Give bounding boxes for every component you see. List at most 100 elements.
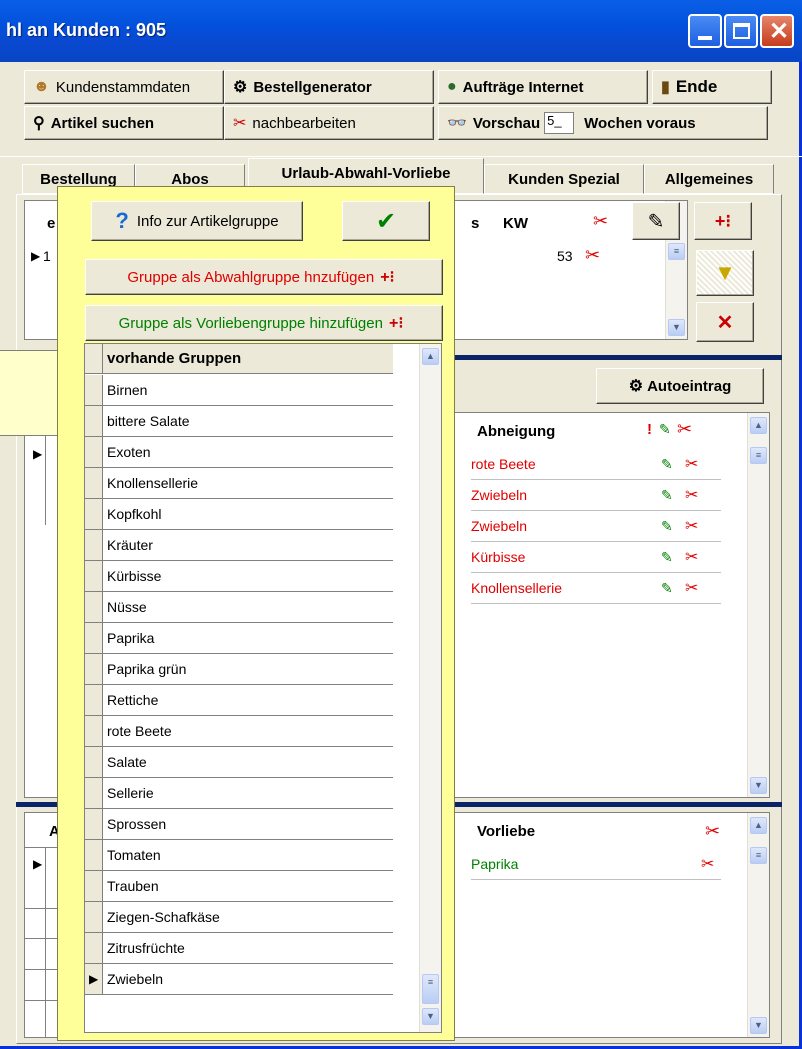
- abwahlgruppe-add-button[interactable]: Gruppe als Abwahlgruppe hnzufügen +⁝: [85, 259, 443, 295]
- list-item[interactable]: Kopfkohl: [85, 499, 393, 530]
- close-button[interactable]: ✕: [760, 14, 794, 48]
- urlaub-col-header: s: [471, 215, 480, 232]
- abneigung-scrollbar[interactable]: ▲ ≡ ▼: [747, 413, 769, 797]
- list-item[interactable]: Paprika grün: [85, 654, 393, 685]
- add-button[interactable]: +⁝: [694, 202, 752, 240]
- clear-filter-button[interactable]: ✕: [696, 302, 754, 342]
- question-icon: ?: [115, 208, 129, 233]
- list-item[interactable]: Kürbisse: [85, 561, 393, 592]
- scroll-up-button[interactable]: ▲: [750, 817, 767, 834]
- bestellgenerator-button[interactable]: ⚙ Bestellgenerator: [224, 70, 434, 104]
- edit-pen-icon[interactable]: ✎: [661, 449, 673, 480]
- list-item[interactable]: Kräuter: [85, 530, 393, 561]
- list-item[interactable]: rote Beete ✎ ✂: [471, 449, 721, 480]
- flag-marker: !: [647, 421, 652, 438]
- edit-pen-icon[interactable]: ✎: [661, 573, 673, 604]
- scroll-down-button[interactable]: ▼: [422, 1008, 439, 1025]
- nachbearbeiten-button[interactable]: ✂ nachbearbeiten: [224, 106, 434, 140]
- row-pointer-icon: ▶: [31, 249, 41, 263]
- list-item[interactable]: Salate: [85, 747, 393, 778]
- list-item[interactable]: rote Beete: [85, 716, 393, 747]
- ok-button[interactable]: ✔: [342, 201, 430, 241]
- list-item[interactable]: Nüsse: [85, 592, 393, 623]
- list-item[interactable]: Trauben: [85, 871, 393, 902]
- list-item[interactable]: Zwiebeln ✎ ✂: [471, 511, 721, 542]
- scissors-icon[interactable]: ✂: [685, 542, 698, 573]
- tab-kunden-spezial[interactable]: Kunden Spezial: [484, 164, 644, 194]
- list-item[interactable]: Knollensellerie ✎ ✂: [471, 573, 721, 604]
- scroll-down-button[interactable]: ▼: [750, 1017, 767, 1034]
- list-item[interactable]: Knollensellerie: [85, 468, 393, 499]
- vorliebengruppe-add-button[interactable]: Gruppe als Vorliebengruppe hinzufügen +⁝: [85, 305, 443, 341]
- list-item[interactable]: Paprika ✂: [471, 849, 721, 880]
- row-pointer-icon: ▶: [33, 857, 43, 871]
- list-header-row: vorhande Gruppen: [85, 344, 393, 374]
- kundenstammdaten-button[interactable]: ☻ Kundenstammdaten: [24, 70, 224, 104]
- scroll-thumb[interactable]: ≡: [750, 847, 767, 864]
- scissors-icon[interactable]: ✂: [685, 449, 698, 480]
- pencil-icon: ✎: [647, 210, 665, 233]
- scroll-thumb[interactable]: ≡: [668, 243, 685, 260]
- maximize-button[interactable]: [724, 14, 758, 48]
- add-plus-icon: +⁝: [714, 210, 732, 231]
- list-item[interactable]: Kürbisse ✎ ✂: [471, 542, 721, 573]
- list-item-selected[interactable]: ▶ Zwiebeln: [85, 964, 393, 995]
- scroll-up-button[interactable]: ▲: [422, 348, 439, 365]
- scroll-down-button[interactable]: ▼: [750, 777, 767, 794]
- scissors-icon[interactable]: ✂: [593, 211, 608, 232]
- vorschau-group: 👓 Vorschau 5_ Wochen voraus: [438, 106, 768, 140]
- edit-pen-icon[interactable]: ✎: [659, 421, 671, 438]
- scissors-icon[interactable]: ✂: [685, 573, 698, 604]
- scissors-icon[interactable]: ✂: [677, 419, 692, 440]
- urlaub-col-header: e: [47, 215, 56, 232]
- magnifier-icon: ⚲: [33, 115, 45, 132]
- urlaub-kw-cell: 53: [557, 248, 573, 264]
- info-artikelgruppe-button[interactable]: ? Info zur Artikelgruppe: [91, 201, 303, 241]
- edit-pen-icon[interactable]: ✎: [661, 480, 673, 511]
- scissors-icon[interactable]: ✂: [701, 849, 714, 880]
- list-item[interactable]: Rettiche: [85, 685, 393, 716]
- edit-pen-icon[interactable]: ✎: [661, 542, 673, 573]
- tools-icon: ✂: [233, 115, 247, 132]
- tab-allgemeines[interactable]: Allgemeines: [644, 164, 774, 194]
- list-item[interactable]: Birnen: [85, 375, 393, 406]
- list-item[interactable]: Sprossen: [85, 809, 393, 840]
- artikel-suchen-button[interactable]: ⚲ Artikel suchen: [24, 106, 224, 140]
- list-item[interactable]: Zitrusfrüchte: [85, 933, 393, 964]
- customer-icon: ☻: [33, 78, 50, 95]
- gears-icon: ⚙: [628, 378, 644, 395]
- list-item[interactable]: Sellerie: [85, 778, 393, 809]
- scissors-icon[interactable]: ✂: [685, 480, 698, 511]
- scissors-icon[interactable]: ✂: [685, 511, 698, 542]
- auftraege-internet-button[interactable]: ● Aufträge Internet: [438, 70, 648, 104]
- clear-filter-icon: ✕: [716, 311, 734, 334]
- scroll-up-button[interactable]: ▲: [750, 417, 767, 434]
- edit-pen-icon[interactable]: ✎: [661, 511, 673, 542]
- scissors-icon[interactable]: ✂: [705, 821, 720, 842]
- list-item[interactable]: Zwiebeln ✎ ✂: [471, 480, 721, 511]
- autoeintrag-button[interactable]: ⚙ Autoeintrag: [596, 368, 764, 404]
- gruppen-list: vorhande Gruppen Birnen bittere Salate E…: [84, 343, 442, 1033]
- vorschau-weeks-input[interactable]: 5_: [544, 112, 575, 134]
- window-title: hl an Kunden : 905: [6, 20, 167, 40]
- title-bar[interactable]: hl an Kunden : 905 ✕: [0, 0, 802, 62]
- add-plus-icon: +⁝: [388, 315, 404, 332]
- scroll-down-button[interactable]: ▼: [668, 319, 685, 336]
- gruppen-scrollbar[interactable]: ▲ ≡ ▼: [419, 344, 441, 1032]
- list-item[interactable]: Tomaten: [85, 840, 393, 871]
- vorliebe-scrollbar[interactable]: ▲ ≡ ▼: [747, 813, 769, 1037]
- minimize-button[interactable]: [688, 14, 722, 48]
- binoculars-icon: 👓: [447, 115, 467, 132]
- filter-button[interactable]: ▼: [696, 250, 754, 296]
- list-item[interactable]: Paprika: [85, 623, 393, 654]
- list-item[interactable]: bittere Salate: [85, 406, 393, 437]
- list-item[interactable]: Exoten: [85, 437, 393, 468]
- ende-button[interactable]: ▮ Ende: [652, 70, 772, 104]
- row-pointer-icon: ▶: [33, 447, 43, 461]
- scissors-icon[interactable]: ✂: [585, 245, 600, 266]
- row-pointer-icon: ▶: [89, 972, 99, 986]
- scroll-thumb[interactable]: ≡: [750, 447, 767, 464]
- scroll-thumb[interactable]: ≡: [422, 974, 439, 1004]
- edit-button[interactable]: ✎: [632, 202, 680, 240]
- list-item[interactable]: Ziegen-Schafkäse: [85, 902, 393, 933]
